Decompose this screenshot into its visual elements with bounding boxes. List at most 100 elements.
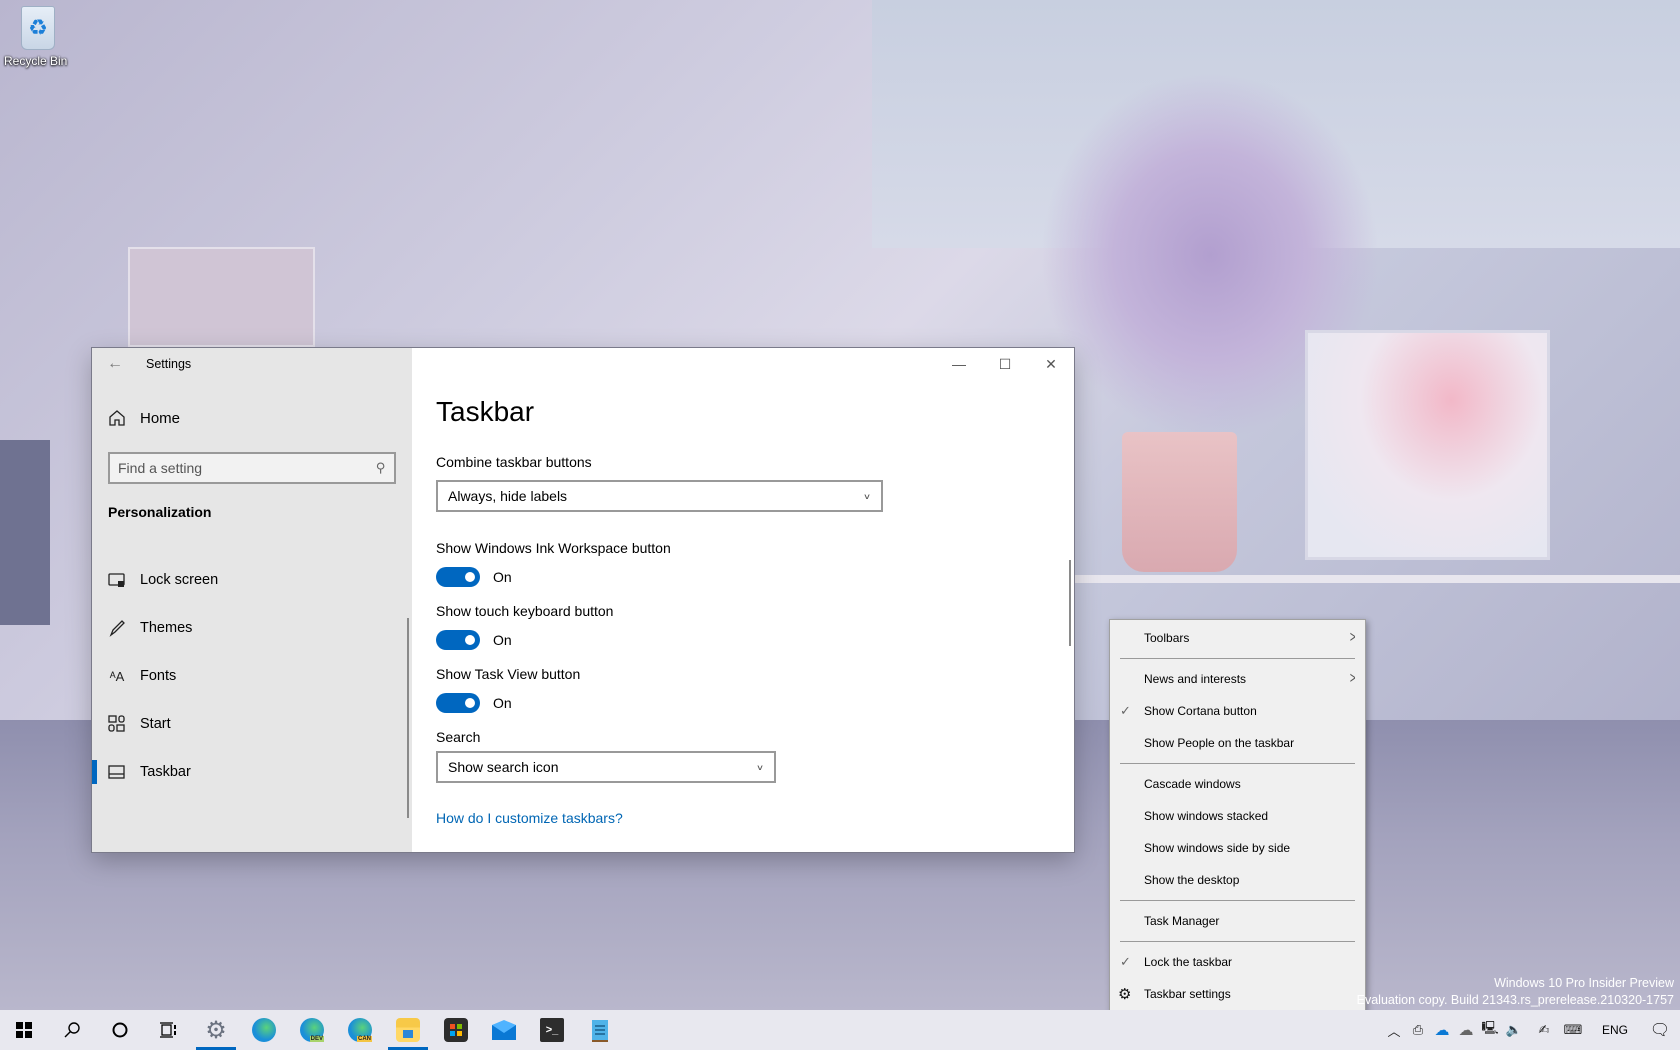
checkmark-icon: ✓ — [1120, 703, 1131, 718]
onedrive-icon[interactable]: ☁ — [1430, 1010, 1454, 1050]
menu-item-label: Show Cortana button — [1144, 704, 1257, 718]
taskbar-app-edge-canary[interactable]: CAN — [336, 1010, 384, 1050]
close-button[interactable]: ✕ — [1028, 348, 1074, 380]
sidebar-item-fonts[interactable]: ᴬA Fonts — [92, 652, 412, 700]
menu-item-windows-stacked[interactable]: Show windows stacked — [1110, 800, 1365, 832]
sidebar-item-label: Themes — [140, 620, 193, 636]
edge-dev-icon: DEV — [300, 1018, 324, 1042]
sidebar-item-home[interactable]: Home — [108, 400, 180, 436]
touch-keyboard-toggle-row: On — [436, 630, 512, 650]
sidebar-item-label: Home — [140, 409, 181, 427]
title-bar: ← Settings — [92, 348, 191, 380]
sidebar-item-start[interactable]: Start — [92, 700, 412, 748]
sidebar-item-themes[interactable]: Themes — [92, 604, 412, 652]
main-scrollbar[interactable] — [1069, 560, 1071, 646]
pen-icon[interactable]: ✍ — [1532, 1010, 1556, 1050]
minimize-icon: — — [952, 356, 966, 372]
find-setting-search[interactable]: ⚲ — [108, 452, 396, 484]
toggle-state-label: On — [493, 632, 512, 648]
taskbar-app-settings[interactable]: ⚙ — [192, 1010, 240, 1050]
minimize-button[interactable]: — — [936, 348, 982, 380]
taskbar-app-notepad[interactable] — [576, 1010, 624, 1050]
start-icon — [108, 715, 126, 733]
home-icon — [109, 410, 125, 426]
taskbar-app-store[interactable] — [432, 1010, 480, 1050]
wallpaper-shelf — [1075, 575, 1680, 583]
touch-keyboard-label: Show touch keyboard button — [436, 603, 614, 619]
search-dropdown-value: Show search icon — [448, 759, 559, 775]
search-label: Search — [436, 729, 481, 745]
touch-keyboard-toggle[interactable] — [436, 630, 480, 650]
menu-item-lock-taskbar[interactable]: ✓ Lock the taskbar — [1110, 946, 1365, 978]
taskbar-app-edge[interactable] — [240, 1010, 288, 1050]
gear-icon: ⚙ — [1118, 986, 1132, 1003]
find-setting-input[interactable] — [118, 460, 377, 476]
menu-item-toolbars[interactable]: Toolbars > — [1110, 622, 1365, 654]
customize-taskbars-link[interactable]: How do I customize taskbars? — [436, 810, 623, 826]
ink-workspace-toggle-row: On — [436, 567, 512, 587]
sidebar-item-taskbar[interactable]: Taskbar — [92, 748, 412, 796]
menu-item-cascade-windows[interactable]: Cascade windows — [1110, 768, 1365, 800]
ink-workspace-label: Show Windows Ink Workspace button — [436, 540, 671, 556]
search-dropdown[interactable]: Show search icon ∨ — [436, 751, 776, 783]
taskbar-app-edge-dev[interactable]: DEV — [288, 1010, 336, 1050]
maximize-icon: ☐ — [998, 355, 1012, 372]
menu-separator — [1120, 900, 1355, 901]
menu-item-label: Toolbars — [1144, 631, 1190, 645]
task-view-toggle[interactable] — [436, 693, 480, 713]
task-view-button[interactable] — [144, 1010, 192, 1050]
settings-sidebar: ← Settings Home ⚲ Personalization Lock s… — [92, 348, 412, 852]
chevron-down-icon: ∨ — [862, 492, 871, 501]
menu-item-taskbar-settings[interactable]: ⚙ Taskbar settings — [1110, 978, 1365, 1010]
sidebar-item-lock-screen[interactable]: Lock screen — [92, 556, 412, 604]
menu-item-task-manager[interactable]: Task Manager — [1110, 905, 1365, 937]
brush-icon — [108, 619, 126, 637]
action-center-icon[interactable]: 🗨 — [1640, 1010, 1680, 1050]
task-view-toggle-row: On — [436, 693, 512, 713]
recycle-bin-icon: ♻ — [21, 6, 55, 50]
chevron-up-icon[interactable]: ︿ — [1382, 1010, 1406, 1050]
onedrive-personal-icon[interactable]: ☁ — [1454, 1010, 1478, 1050]
edge-icon — [252, 1018, 276, 1042]
task-view-icon — [160, 1022, 176, 1038]
menu-item-show-cortana[interactable]: ✓ Show Cortana button — [1110, 695, 1365, 727]
toggle-state-label: On — [493, 569, 512, 585]
start-button[interactable] — [0, 1010, 48, 1050]
menu-item-news-and-interests[interactable]: News and interests > — [1110, 663, 1365, 695]
fonts-icon: ᴬA — [109, 668, 125, 684]
chevron-right-icon: > — [1349, 670, 1356, 687]
menu-item-show-desktop[interactable]: Show the desktop — [1110, 864, 1365, 896]
touch-keyboard-icon[interactable]: ⌨ — [1556, 1010, 1590, 1050]
language-indicator[interactable]: ENG — [1590, 1023, 1640, 1037]
menu-separator — [1120, 658, 1355, 659]
task-view-label: Show Task View button — [436, 666, 581, 682]
back-button[interactable]: ← — [92, 348, 138, 380]
sidebar-scrollbar[interactable] — [407, 618, 409, 818]
combine-buttons-label: Combine taskbar buttons — [436, 454, 592, 470]
file-explorer-icon — [396, 1018, 420, 1042]
wallpaper-frame — [1305, 330, 1550, 560]
menu-item-label: Task Manager — [1144, 914, 1220, 928]
desktop-icon-recycle-bin[interactable]: ♻ Recycle Bin — [4, 6, 72, 68]
menu-item-side-by-side[interactable]: Show windows side by side — [1110, 832, 1365, 864]
ink-workspace-toggle[interactable] — [436, 567, 480, 587]
meet-now-icon[interactable]: ⎙ — [1406, 1010, 1430, 1050]
combine-buttons-dropdown[interactable]: Always, hide labels ∨ — [436, 480, 883, 512]
taskbar-app-file-explorer[interactable] — [384, 1010, 432, 1050]
settings-gear-icon: ⚙ — [205, 1016, 227, 1044]
cortana-button[interactable] — [96, 1010, 144, 1050]
system-tray: ︿ ⎙ ☁ ☁ 🖳 🔈 ✍ ⌨ ENG 🗨 — [1382, 1010, 1680, 1050]
taskbar-app-mail[interactable] — [480, 1010, 528, 1050]
network-icon[interactable]: 🖳 — [1478, 1010, 1502, 1050]
toggle-state-label: On — [493, 695, 512, 711]
taskbar-context-menu: Toolbars > News and interests > ✓ Show C… — [1109, 619, 1366, 1024]
sidebar-nav: Lock screen Themes ᴬA Fonts Start Taskba… — [92, 556, 412, 796]
taskbar-app-terminal[interactable]: >_ — [528, 1010, 576, 1050]
maximize-button[interactable]: ☐ — [982, 348, 1028, 380]
menu-item-show-people[interactable]: Show People on the taskbar — [1110, 727, 1365, 759]
search-button[interactable] — [48, 1010, 96, 1050]
windows-start-icon — [16, 1022, 32, 1038]
canary-badge: CAN — [357, 1036, 372, 1042]
volume-icon[interactable]: 🔈 — [1502, 1010, 1526, 1050]
taskbar-icon — [108, 763, 126, 781]
